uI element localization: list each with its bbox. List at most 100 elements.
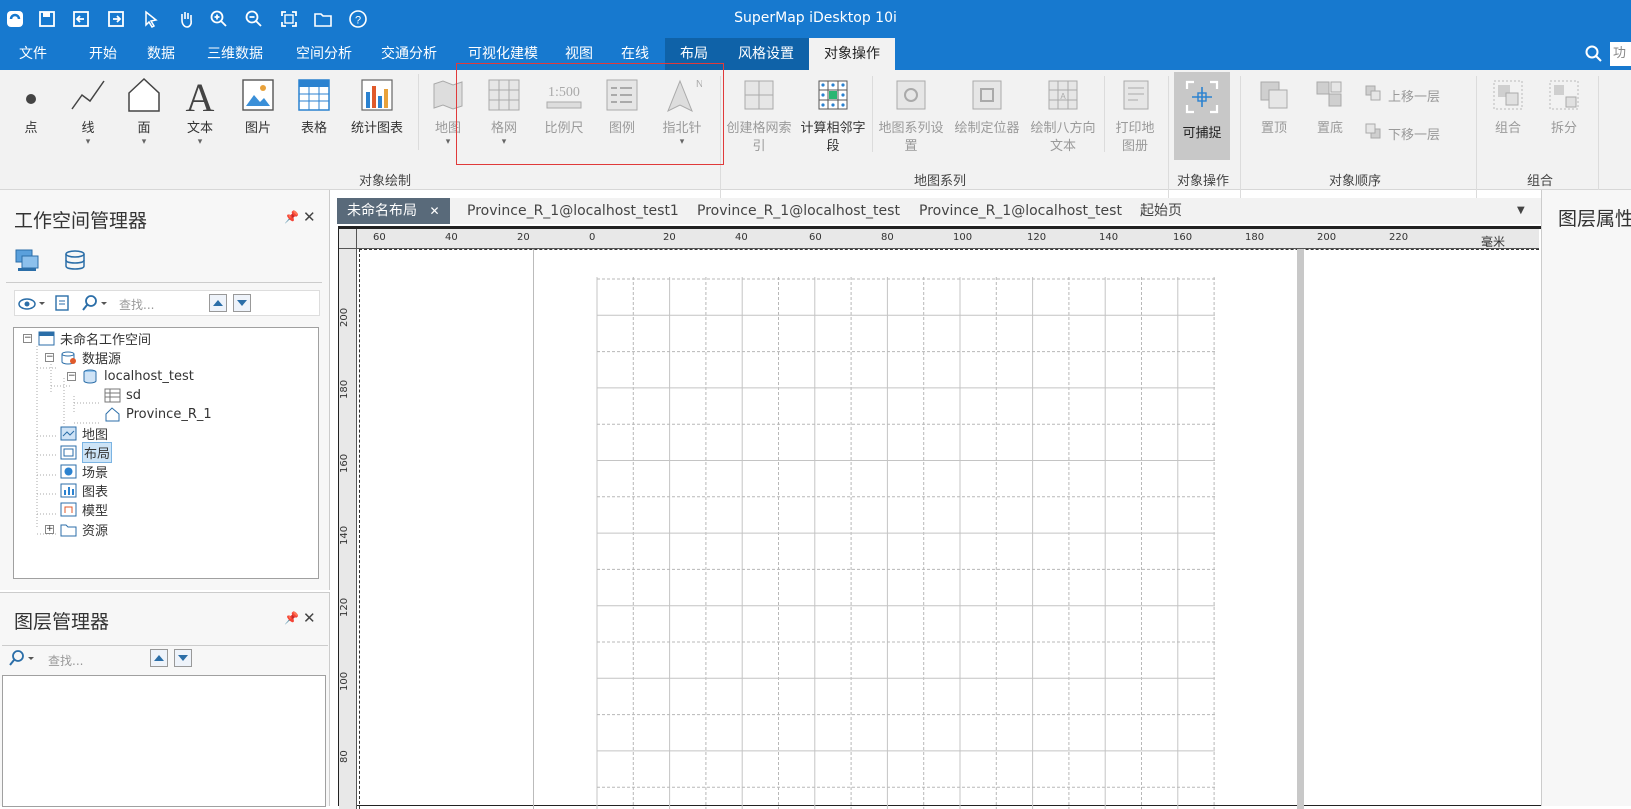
- tab-3d-data[interactable]: 三维数据: [198, 38, 272, 70]
- open-doc-icon[interactable]: [53, 294, 71, 316]
- draw-locator-button[interactable]: 绘制定位器: [954, 74, 1020, 138]
- svg-text:A: A: [1060, 92, 1066, 101]
- compute-neighbor-field-button[interactable]: 计算相邻字段: [800, 74, 866, 156]
- series-settings-icon: [878, 74, 944, 116]
- search-icon[interactable]: [81, 294, 109, 316]
- tab-start-page[interactable]: 起始页: [1140, 198, 1182, 224]
- tab-untitled-layout[interactable]: 未命名布局 ✕: [337, 198, 450, 224]
- tree-node-chart[interactable]: 图表: [60, 481, 108, 500]
- ruler-tick-label: 20: [517, 232, 530, 243]
- tab-start[interactable]: 开始: [78, 38, 128, 70]
- ruler-tick-label: 140: [339, 525, 350, 545]
- workspace-tree: − 未命名工作空间 − 数据源 − localhost_test sd Prov…: [13, 327, 319, 579]
- datasource-tab-icon[interactable]: [62, 248, 88, 276]
- tree-node-layout[interactable]: 布局: [60, 441, 113, 463]
- workspace-search-input[interactable]: 查找...: [119, 296, 154, 313]
- point-button[interactable]: 点: [12, 74, 50, 138]
- line-dropdown-arrow[interactable]: ▾: [64, 138, 112, 147]
- tab-object-operations[interactable]: 对象操作: [809, 38, 895, 70]
- collapse-root-toggle[interactable]: −: [23, 334, 32, 343]
- menu-bar: 文件 开始 数据 三维数据 空间分析 交通分析 可视化建模 视图 在线 布局 风…: [0, 38, 1631, 70]
- tab-list-dropdown-icon[interactable]: ▼: [1517, 198, 1525, 224]
- ruler-tick-label: 80: [339, 750, 350, 763]
- tree-node-province-r-1[interactable]: Province_R_1: [104, 405, 212, 423]
- picture-button[interactable]: 图片: [234, 74, 282, 138]
- ruler-tick-label: 20: [663, 232, 676, 243]
- ungroup-button[interactable]: 拆分: [1540, 74, 1588, 138]
- move-up-icon: [1364, 84, 1382, 106]
- tab-file[interactable]: 文件: [0, 38, 66, 70]
- collapse-datasource-toggle[interactable]: −: [45, 353, 54, 362]
- tree-node-model[interactable]: 模型: [60, 500, 108, 519]
- polygon-dropdown-arrow[interactable]: ▾: [120, 138, 168, 147]
- view-eye-icon[interactable]: [17, 294, 45, 316]
- database-icon: [82, 369, 99, 384]
- text-dropdown-arrow[interactable]: ▾: [176, 138, 224, 147]
- group-label-order: 对象顺序: [1328, 174, 1381, 189]
- ruler-tick-label: 0: [589, 232, 596, 243]
- close-icon[interactable]: ✕: [303, 609, 316, 627]
- ruler-tick-label: 120: [1027, 232, 1047, 243]
- search-icon[interactable]: [8, 649, 36, 671]
- collapse-db-toggle[interactable]: −: [67, 372, 76, 381]
- tree-node-map[interactable]: 地图: [60, 424, 108, 443]
- tab-spatial-analysis[interactable]: 空间分析: [287, 38, 361, 70]
- tab-data[interactable]: 数据: [138, 38, 184, 70]
- draw-octant-text-button[interactable]: A 绘制八方向文本: [1028, 74, 1098, 156]
- move-down-arrow-button[interactable]: [233, 294, 251, 312]
- grid-index-icon: [726, 74, 792, 116]
- tab-traffic-analysis[interactable]: 交通分析: [372, 38, 446, 70]
- layout-canvas[interactable]: 毫米 60 40 20 0 20 40 60 80 100 120 140 160 180 200 220 …: [338, 226, 1542, 809]
- tab-province-test-a[interactable]: Province_R_1@localhost_test: [697, 198, 900, 224]
- tab-style-settings[interactable]: 风格设置: [723, 38, 809, 70]
- app-title: SuperMap iDesktop 10i: [734, 10, 897, 26]
- polygon-button[interactable]: 面 ▾: [120, 74, 168, 147]
- tree-node-datasource[interactable]: 数据源: [60, 348, 121, 367]
- close-icon[interactable]: ✕: [303, 208, 316, 226]
- tab-province-test1[interactable]: Province_R_1@localhost_test1: [467, 198, 679, 224]
- function-search-input[interactable]: 功: [1610, 42, 1631, 66]
- bring-to-top-button[interactable]: 置顶: [1250, 74, 1298, 138]
- tab-province-test-b[interactable]: Province_R_1@localhost_test: [919, 198, 1122, 224]
- table-button[interactable]: 表格: [290, 74, 338, 138]
- tree-node-sd[interactable]: sd: [104, 386, 141, 404]
- tree-node-localhost-test[interactable]: localhost_test: [82, 367, 194, 385]
- move-down-icon: [1364, 122, 1382, 144]
- layer-manager-title: 图层管理器: [14, 611, 110, 633]
- layer-move-up-button[interactable]: [150, 649, 168, 667]
- workspace-tab-icon[interactable]: [14, 248, 40, 276]
- workspace-manager-title: 工作空间管理器: [14, 210, 148, 232]
- ruler-tick-label: 60: [809, 232, 822, 243]
- move-up-layer-button[interactable]: 上移一层: [1364, 84, 1440, 106]
- map-icon: [60, 426, 77, 441]
- pin-icon[interactable]: 📌: [284, 210, 299, 224]
- ruler-tick-label: 100: [953, 232, 973, 243]
- line-button[interactable]: 线 ▾: [64, 74, 112, 147]
- workspace-icon: [38, 331, 55, 346]
- capture-button[interactable]: 可捕捉: [1174, 72, 1230, 160]
- expand-resources-toggle[interactable]: +: [45, 525, 54, 534]
- print-atlas-button[interactable]: 打印地图册: [1110, 74, 1160, 156]
- neighbor-grid-icon: [800, 74, 866, 116]
- tree-node-workspace[interactable]: 未命名工作空间: [38, 329, 151, 348]
- ribbon: 点 线 ▾ 面 ▾ A 文本 ▾ 图片 表格 统计图表 地图 ▾ 格网 ▾ 1:…: [0, 70, 1631, 224]
- locator-icon: [954, 74, 1020, 116]
- search-icon[interactable]: [1584, 44, 1604, 64]
- layer-move-down-button[interactable]: [174, 649, 192, 667]
- map-series-settings-button[interactable]: 地图系列设置: [878, 74, 944, 156]
- tree-node-scene[interactable]: 场景: [60, 462, 108, 481]
- pin-icon[interactable]: 📌: [284, 611, 299, 625]
- statistics-chart-button[interactable]: 统计图表: [344, 74, 410, 138]
- send-to-bottom-button[interactable]: 置底: [1306, 74, 1354, 138]
- move-down-layer-button[interactable]: 下移一层: [1364, 122, 1440, 144]
- tree-node-resources[interactable]: 资源: [60, 520, 108, 539]
- group-button[interactable]: 组合: [1484, 74, 1532, 138]
- text-button[interactable]: A 文本 ▾: [176, 74, 224, 147]
- close-tab-icon[interactable]: ✕: [429, 204, 439, 218]
- resources-folder-icon: [60, 522, 77, 537]
- create-grid-index-button[interactable]: 创建格网索引: [726, 74, 792, 156]
- tabular-dataset-icon: [104, 388, 121, 403]
- move-up-arrow-button[interactable]: [209, 294, 227, 312]
- layer-search-input[interactable]: 查找...: [48, 652, 83, 669]
- ruler-tick-label: 200: [339, 307, 350, 327]
